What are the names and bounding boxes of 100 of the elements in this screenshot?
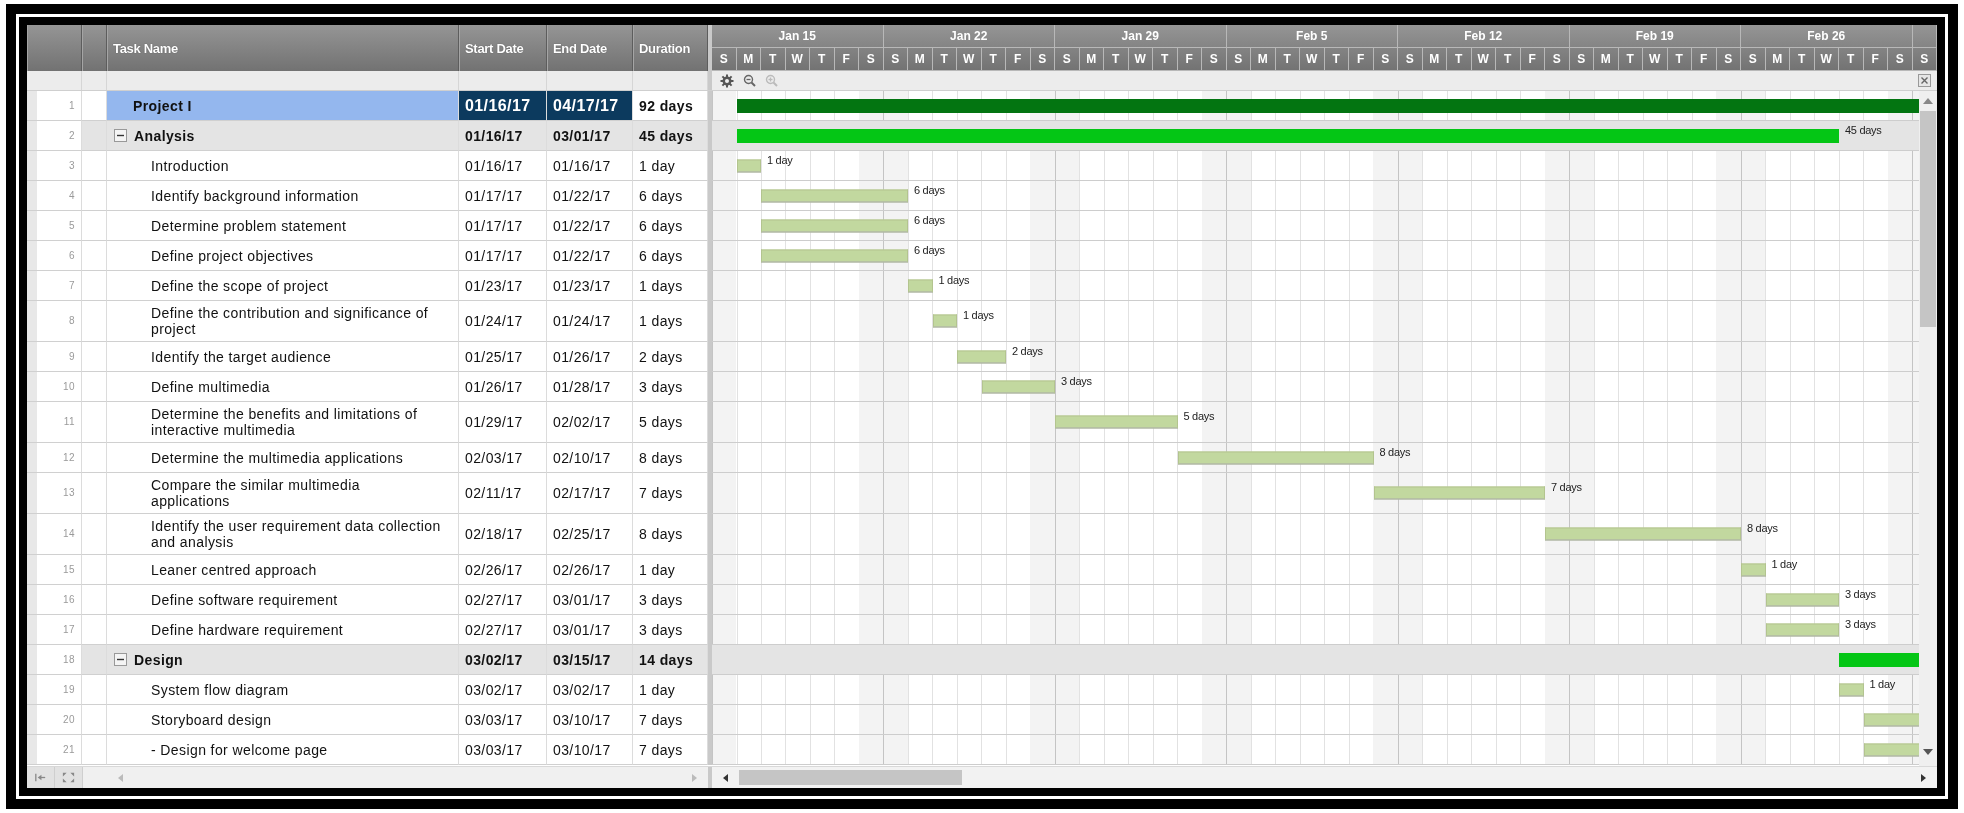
task-bar[interactable] <box>932 314 957 328</box>
scroll-up-icon[interactable] <box>1922 97 1934 105</box>
pane-splitter[interactable] <box>708 585 712 615</box>
task-bar[interactable] <box>1373 486 1545 500</box>
task-bar[interactable] <box>1839 683 1864 696</box>
task-name-cell[interactable]: Compare the similar multimedia applications <box>107 473 459 514</box>
task-bar[interactable] <box>1177 451 1374 464</box>
task-name-cell[interactable]: Define multimedia <box>107 372 459 402</box>
pane-splitter[interactable] <box>708 555 712 585</box>
task-name: - Design for welcome page <box>151 741 328 758</box>
week-header: Jan 29 <box>1055 25 1227 47</box>
task-bar[interactable] <box>736 159 761 172</box>
task-bar[interactable] <box>1741 563 1766 576</box>
task-bar[interactable] <box>957 350 1006 363</box>
pane-splitter[interactable] <box>708 372 712 402</box>
pane-splitter[interactable] <box>708 615 712 645</box>
pane-splitter[interactable] <box>708 675 712 705</box>
row-number: 10 <box>27 372 82 402</box>
pane-splitter[interactable] <box>708 151 712 181</box>
summary-bar[interactable] <box>736 128 1839 143</box>
task-name-cell[interactable]: Identify the target audience <box>107 342 459 372</box>
task-name-cell[interactable]: - Design for welcome page <box>107 735 459 765</box>
settings-icon[interactable] <box>720 73 734 88</box>
pane-splitter[interactable] <box>708 25 712 71</box>
empty-cell <box>82 181 107 211</box>
task-name-cell[interactable]: Identify background information <box>107 181 459 211</box>
scroll-left-icon[interactable] <box>722 772 729 783</box>
task-name-cell[interactable]: Define the contribution and significance of project <box>107 301 459 342</box>
task-bar[interactable] <box>981 380 1055 393</box>
scrollbar-thumb[interactable] <box>1920 111 1936 327</box>
bar-label: 7 days <box>1551 481 1582 493</box>
task-name: Leaner centred approach <box>151 561 317 578</box>
task-name-cell[interactable]: Leaner centred approach <box>107 555 459 585</box>
pane-splitter[interactable] <box>708 71 712 90</box>
start-date: 01/26/17 <box>459 372 547 402</box>
task-bar[interactable] <box>761 219 908 232</box>
pane-splitter[interactable] <box>708 301 712 342</box>
pane-splitter[interactable] <box>708 514 712 555</box>
end-date: 03/02/17 <box>547 675 633 705</box>
bar-label: 1 day <box>767 153 793 166</box>
task-name-cell[interactable]: Storyboard design <box>107 705 459 735</box>
end-date: 03/01/17 <box>547 585 633 615</box>
row-number: 11 <box>27 402 82 443</box>
pane-splitter[interactable] <box>708 735 712 765</box>
pane-splitter[interactable] <box>708 402 712 443</box>
task-bar[interactable] <box>908 279 933 292</box>
task-name-cell[interactable]: Introduction <box>107 151 459 181</box>
pane-splitter[interactable] <box>708 91 712 121</box>
task-name: Identify the target audience <box>151 348 332 365</box>
pane-splitter[interactable] <box>708 181 712 211</box>
collapse-panel-icon[interactable] <box>27 767 55 788</box>
pane-splitter[interactable] <box>708 767 712 788</box>
task-bar[interactable] <box>761 249 908 262</box>
pane-splitter[interactable] <box>708 271 712 301</box>
task-name-cell[interactable]: Define the scope of project <box>107 271 459 301</box>
task-bar[interactable] <box>1765 623 1839 636</box>
zoom-in-icon[interactable] <box>765 74 778 87</box>
task-name-cell[interactable]: Determine the multimedia applications <box>107 443 459 473</box>
pane-splitter[interactable] <box>708 342 712 372</box>
pane-splitter[interactable] <box>708 443 712 473</box>
task-name-cell[interactable]: Determine problem statement <box>107 211 459 241</box>
close-icon[interactable] <box>1918 74 1931 87</box>
collapse-icon[interactable] <box>114 129 127 142</box>
scroll-right-icon[interactable] <box>1920 772 1927 783</box>
row-number: 2 <box>27 121 82 151</box>
week-header: Feb 12 <box>1398 25 1570 47</box>
end-date: 01/22/17 <box>547 181 633 211</box>
zoom-out-icon[interactable] <box>743 74 756 87</box>
task-name-cell[interactable]: Analysis <box>107 121 459 151</box>
task-name-cell[interactable]: Define software requirement <box>107 585 459 615</box>
pane-splitter[interactable] <box>708 473 712 514</box>
task-bar[interactable] <box>1545 527 1741 541</box>
expand-icon[interactable] <box>55 767 83 788</box>
task-name-cell[interactable]: Design <box>107 645 459 675</box>
task-name-cell[interactable]: Identify the user requirement data collection and analysis <box>107 514 459 555</box>
task-bar[interactable] <box>761 189 908 202</box>
row-number: 16 <box>27 585 82 615</box>
pane-splitter[interactable] <box>708 705 712 735</box>
pane-splitter[interactable] <box>708 241 712 271</box>
end-date: 02/17/17 <box>547 473 633 514</box>
task-name-cell[interactable]: System flow diagram <box>107 675 459 705</box>
scrollbar-thumb[interactable] <box>739 770 962 785</box>
task-bar[interactable] <box>1055 415 1178 429</box>
end-date: 02/10/17 <box>547 443 633 473</box>
start-date: 01/17/17 <box>459 211 547 241</box>
task-bar[interactable] <box>1765 593 1839 606</box>
end-date: 01/28/17 <box>547 372 633 402</box>
task-name-cell[interactable]: Define project objectives <box>107 241 459 271</box>
bar-label: 8 days <box>1747 522 1778 534</box>
scroll-down-icon[interactable] <box>1922 748 1934 756</box>
task-name-cell[interactable]: Determine the benefits and limitations of interactive multimedia <box>107 402 459 443</box>
task-name-cell[interactable]: Project I <box>107 91 459 121</box>
start-date: 03/02/17 <box>459 675 547 705</box>
task-name: Determine the benefits and limitations of interactive multimedia <box>151 406 419 438</box>
pane-splitter[interactable] <box>708 211 712 241</box>
vertical-scrollbar[interactable] <box>1919 91 1937 766</box>
empty-cell <box>82 121 107 151</box>
row-number: 19 <box>27 675 82 705</box>
collapse-icon[interactable] <box>114 653 127 666</box>
bar-label: 2 days <box>1012 344 1043 357</box>
